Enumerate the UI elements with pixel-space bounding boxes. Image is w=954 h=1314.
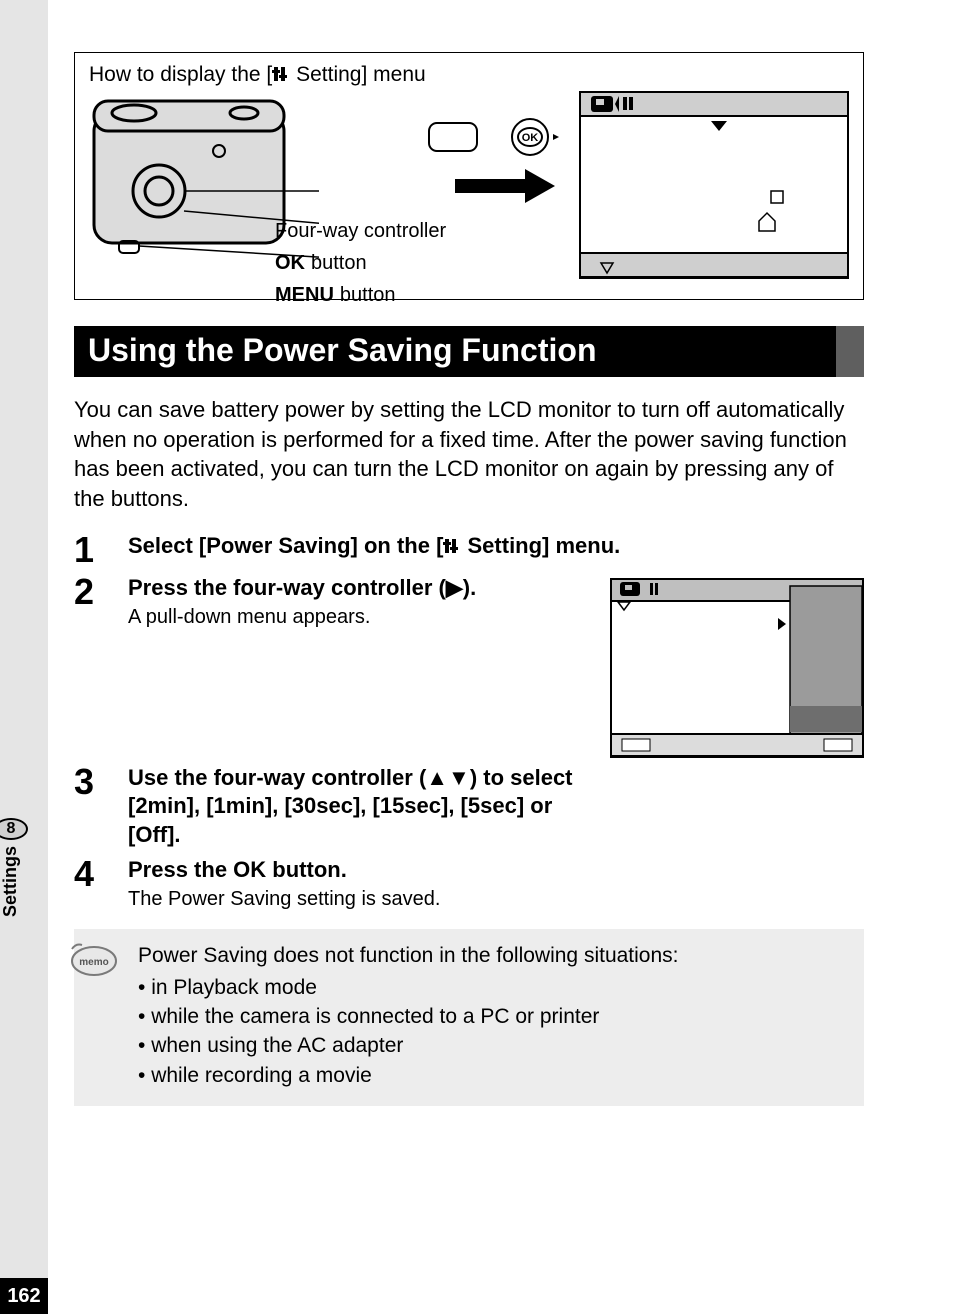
memo-item: when using the AC adapter	[138, 1031, 848, 1060]
chapter-tab: 8 Settings	[0, 818, 28, 917]
svg-text:memo: memo	[79, 957, 108, 968]
step-2: 2	[74, 574, 864, 758]
chapter-label: Settings	[0, 846, 21, 917]
page-content: How to display the [ Setting] menu	[74, 52, 864, 1106]
callout-labels: Four-way controller OK button MENU butto…	[275, 215, 446, 311]
callout-controller-text: Four-way controller	[275, 215, 446, 247]
callout-menu-rest: button	[340, 279, 396, 311]
step1-heading-post: Setting] menu.	[461, 533, 620, 558]
callout-ok-bold: OK	[275, 247, 305, 279]
intro-paragraph: You can save battery power by setting th…	[74, 395, 864, 514]
step4-heading-post: button.	[266, 857, 347, 882]
howto-box: How to display the [ Setting] menu	[74, 52, 864, 300]
pulldown-screen-illustration	[610, 578, 864, 758]
step-number: 4	[74, 856, 104, 912]
step-1: 1 Select [Power Saving] on the [ Setting…	[74, 532, 864, 568]
memo-list: in Playback mode while the camera is con…	[138, 973, 848, 1091]
callout-controller: Four-way controller	[275, 215, 446, 247]
callout-menu-bold: MENU	[275, 279, 334, 311]
step-subtext: The Power Saving setting is saved.	[128, 888, 864, 911]
section-heading-endcap	[836, 326, 864, 377]
howto-title-post: Setting] menu	[290, 63, 425, 86]
howto-title-pre: How to display the [	[89, 63, 272, 86]
left-rail: 8 Settings 162	[0, 0, 48, 1314]
step-3: 3 Use the four-way controller (▲▼) to se…	[74, 764, 864, 850]
step-number: 2	[74, 574, 104, 758]
memo-item: while recording a movie	[138, 1061, 848, 1090]
chapter-number-badge: 8	[0, 818, 28, 840]
memo-badge: memo	[64, 939, 118, 987]
callout-ok-rest: button	[311, 247, 367, 279]
howto-title: How to display the [ Setting] menu	[89, 63, 849, 87]
step-heading: Select [Power Saving] on the [ Setting] …	[128, 532, 864, 561]
step4-heading-bold: OK	[233, 857, 266, 882]
setting-icon	[272, 65, 290, 83]
page-number: 162	[0, 1278, 48, 1314]
section-heading: Using the Power Saving Function	[74, 326, 864, 377]
step-heading: Use the four-way controller (▲▼) to sele…	[128, 764, 588, 850]
steps-list: 1 Select [Power Saving] on the [ Setting…	[74, 532, 864, 911]
memo-item: while the camera is connected to a PC or…	[138, 1002, 848, 1031]
setting-icon	[443, 534, 461, 552]
memo-block: memo Power Saving does not function in t…	[74, 929, 864, 1106]
step1-heading-pre: Select [Power Saving] on the [	[128, 533, 443, 558]
callout-ok: OK button	[275, 247, 446, 279]
step-4: 4 Press the OK button. The Power Saving …	[74, 856, 864, 912]
memo-lead: Power Saving does not function in the fo…	[138, 941, 848, 970]
menu-screen-illustration	[579, 91, 849, 279]
ok-button-diagram: OK	[425, 117, 565, 227]
memo-item: in Playback mode	[138, 973, 848, 1002]
step4-heading-pre: Press the	[128, 857, 233, 882]
section-title: Using the Power Saving Function	[74, 326, 836, 377]
callout-menu: MENU button	[275, 279, 446, 311]
svg-text:OK: OK	[522, 132, 539, 144]
step-number: 3	[74, 764, 104, 850]
chapter-number: 8	[7, 820, 16, 838]
step-number: 1	[74, 532, 104, 568]
step-heading: Press the OK button.	[128, 856, 864, 885]
